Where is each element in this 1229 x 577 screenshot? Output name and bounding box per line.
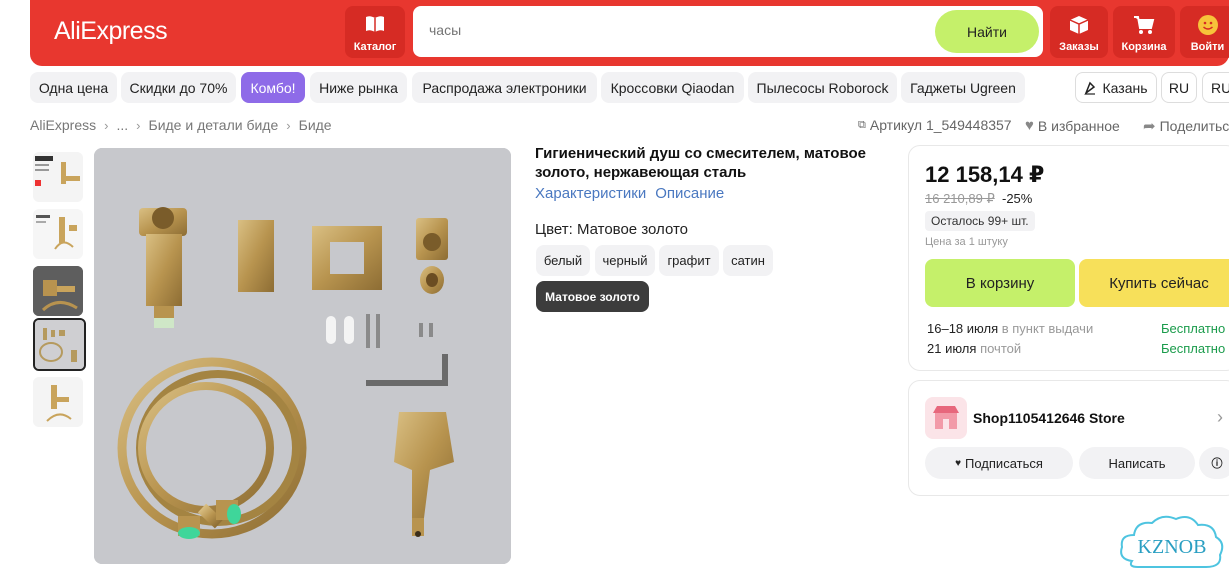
- article-text: Артикул 1_549448357: [869, 117, 1012, 133]
- search-box: Найти: [413, 6, 1043, 57]
- color-option-matte-gold[interactable]: Матовое золото: [536, 281, 649, 312]
- color-option-graphite[interactable]: графит: [659, 245, 719, 276]
- info-icon[interactable]: ⓘ: [1199, 447, 1229, 479]
- chevron-right-icon: ›: [286, 117, 291, 133]
- product-title: Гигиенический душ со смесителем, матовое…: [535, 145, 866, 181]
- specs-link[interactable]: Характеристики: [535, 185, 646, 202]
- location-pin-icon: [1084, 81, 1096, 95]
- login-label: Войти: [1190, 41, 1225, 53]
- chip-vacuums[interactable]: Пылесосы Roborock: [748, 72, 897, 103]
- product-photo: [94, 148, 511, 564]
- delivery-post: 21 июля почтой: [927, 341, 1021, 356]
- thumbnail-2[interactable]: [33, 209, 83, 259]
- language-selector[interactable]: RU: [1161, 72, 1197, 103]
- delivery-pickup: 16–18 июля в пункт выдачи: [927, 321, 1093, 336]
- heart-icon: ♥: [1025, 117, 1034, 134]
- search-input[interactable]: [429, 22, 829, 38]
- book-icon: [366, 16, 384, 32]
- product-thumbnail-image: [33, 266, 83, 316]
- chip-gadgets[interactable]: Гаджеты Ugreen: [901, 72, 1025, 103]
- delivery-pickup-date: 16–18 июля: [927, 321, 999, 336]
- catalog-label: Каталог: [353, 41, 397, 53]
- delivery-post-date: 21 июля: [927, 341, 977, 356]
- login-button[interactable]: Войти: [1180, 6, 1229, 58]
- thumbnail-1[interactable]: [33, 152, 83, 202]
- chip-electronics-sale[interactable]: Распродажа электроники: [412, 72, 597, 103]
- shop-icon: [933, 406, 959, 429]
- breadcrumb-category[interactable]: Биде и детали биде: [149, 117, 279, 133]
- color-label: Цвет: Матовое золото: [535, 221, 689, 238]
- buy-card: 12 158,14 ₽ 16 210,89 ₽ -25% Осталось 99…: [908, 145, 1229, 371]
- breadcrumb-home[interactable]: AliExpress: [30, 117, 96, 133]
- buy-now-button[interactable]: Купить сейчас: [1079, 259, 1229, 307]
- color-option-white[interactable]: белый: [536, 245, 590, 276]
- chip-discounts[interactable]: Скидки до 70%: [121, 72, 236, 103]
- chip-combo[interactable]: Комбо!: [241, 72, 305, 103]
- aliexpress-logo[interactable]: AliExpress: [54, 17, 168, 46]
- product-tabs: Характеристики Описание: [535, 185, 724, 202]
- store-name[interactable]: Shop1105412646 Store: [973, 410, 1125, 426]
- watermark-logo: KZNOB: [1118, 511, 1226, 573]
- page: AliExpress Каталог Найти Заказы Кор: [0, 0, 1229, 577]
- message-button[interactable]: Написать: [1079, 447, 1195, 479]
- cart-label: Корзина: [1121, 41, 1167, 53]
- subscribe-label: Подписаться: [965, 455, 1043, 471]
- favorite-button[interactable]: ♥ В избранное: [1025, 117, 1120, 134]
- thumbnail-5[interactable]: [33, 377, 83, 427]
- catalog-button[interactable]: Каталог: [345, 6, 405, 58]
- product-thumbnail-image: [46, 385, 72, 422]
- cart-icon: [1134, 16, 1155, 34]
- chevron-right-icon: ›: [104, 117, 109, 133]
- orders-label: Заказы: [1059, 41, 1099, 53]
- stock-badge: Осталось 99+ шт.: [925, 211, 1035, 231]
- article-number[interactable]: ⧉ Артикул 1_549448357: [858, 117, 1012, 133]
- product-thumbnail-image: [35, 320, 84, 369]
- product-thumbnail-image: [35, 156, 80, 186]
- box-icon: [1069, 16, 1089, 34]
- delivery-pickup-method: в пункт выдачи: [1001, 321, 1094, 336]
- chip-one-price[interactable]: Одна цена: [30, 72, 117, 103]
- currency-selector[interactable]: RU: [1202, 72, 1229, 103]
- delivery-post-method: почтой: [980, 341, 1022, 356]
- chevron-right-icon[interactable]: ›: [1217, 407, 1223, 428]
- delivery-pickup-price: Бесплатно: [1161, 321, 1226, 336]
- cart-button[interactable]: Корзина: [1113, 6, 1175, 58]
- thumbnail-3[interactable]: [33, 266, 83, 316]
- watermark-text: KZNOB: [1138, 536, 1207, 558]
- smiley-icon: [1197, 15, 1218, 35]
- chevron-right-icon: ›: [136, 117, 141, 133]
- favorite-label: В избранное: [1037, 117, 1120, 134]
- chip-sneakers[interactable]: Кроссовки Qiaodan: [601, 72, 744, 103]
- chip-below-market[interactable]: Ниже рынка: [310, 72, 407, 103]
- thumbnail-4-selected[interactable]: [33, 318, 86, 371]
- share-button[interactable]: ➦ Поделиться: [1143, 117, 1229, 135]
- orders-button[interactable]: Заказы: [1050, 6, 1108, 58]
- color-option-black[interactable]: черный: [595, 245, 655, 276]
- old-price: 16 210,89 ₽: [925, 191, 995, 206]
- cloud-logo: KZNOB: [1120, 515, 1224, 568]
- discount-badge: -25%: [1002, 191, 1033, 206]
- product-thumbnail-image: [36, 215, 77, 250]
- store-avatar[interactable]: [925, 397, 967, 439]
- delivery-post-price: Бесплатно: [1161, 341, 1226, 356]
- main-product-image[interactable]: [94, 148, 511, 564]
- header-bar: AliExpress Каталог Найти Заказы Кор: [30, 0, 1229, 66]
- color-option-satin[interactable]: сатин: [723, 245, 773, 276]
- description-link[interactable]: Описание: [655, 185, 724, 202]
- location-label: Казань: [1102, 79, 1148, 96]
- search-button[interactable]: Найти: [935, 10, 1039, 53]
- breadcrumb-ellipsis[interactable]: ...: [116, 117, 128, 133]
- share-label: Поделиться: [1159, 118, 1229, 134]
- breadcrumb-subcategory[interactable]: Биде: [299, 117, 332, 133]
- subscribe-button[interactable]: ♥ Подписаться: [925, 447, 1073, 479]
- share-icon: ➦: [1143, 118, 1156, 135]
- add-to-cart-button[interactable]: В корзину: [925, 259, 1075, 307]
- copy-icon: ⧉: [858, 118, 866, 131]
- location-selector[interactable]: Казань: [1075, 72, 1157, 103]
- current-price: 12 158,14 ₽: [925, 162, 1045, 187]
- heart-icon: ♥: [955, 457, 962, 469]
- price-per-unit: Цена за 1 штуку: [925, 236, 1008, 248]
- breadcrumb: AliExpress › ... › Биде и детали биде › …: [30, 117, 332, 133]
- store-card: Shop1105412646 Store › ♥ Подписаться Нап…: [908, 380, 1229, 496]
